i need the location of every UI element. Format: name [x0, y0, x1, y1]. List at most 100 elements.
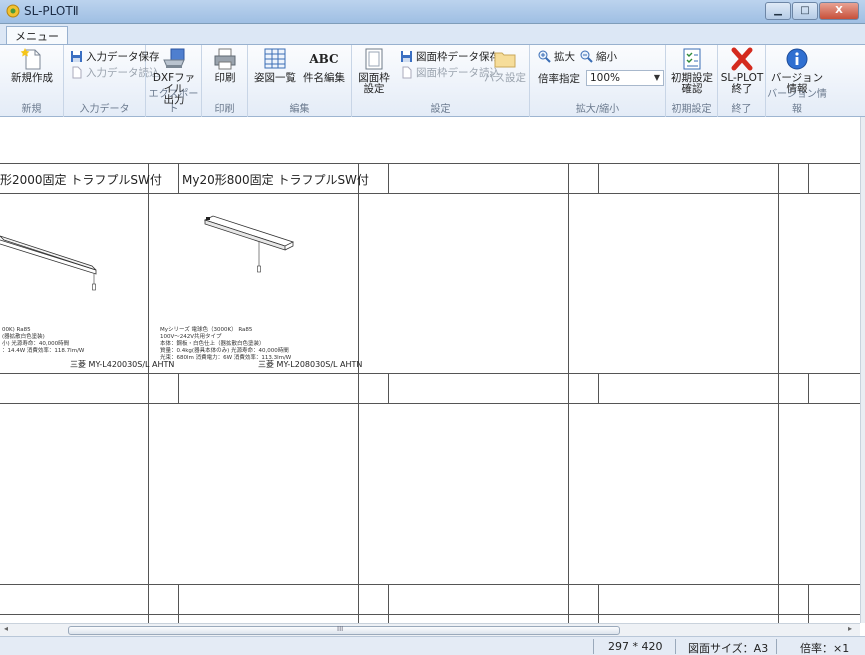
ribbon-tab-row: メニュー: [0, 24, 865, 45]
name-edit-button[interactable]: ABC 件名編集: [300, 47, 348, 84]
cell2-spec-line: Myシリーズ 電球色（3000K） Ra85: [160, 327, 253, 333]
cell2-spec-line: 100V～242V共用タイプ: [160, 334, 222, 340]
cell1-spec: 00K) Ra85 (器拡散白色塗装) 小) 光源寿命：40,000時間 ：14…: [2, 327, 84, 355]
print-button[interactable]: 印刷: [206, 47, 244, 84]
new-button-label: 新規作成: [11, 72, 53, 84]
status-bar: 297 * 420 図面サイズ：A3 倍率：×1: [0, 636, 865, 655]
grid-line: [0, 163, 860, 164]
app-icon: [6, 4, 20, 18]
grid-line: [808, 163, 809, 193]
grid-line: [808, 373, 809, 403]
cell2-spec: Myシリーズ 電球色（3000K） Ra85 100V～242V共用タイプ 本体…: [160, 327, 291, 362]
horizontal-scroll-thumb[interactable]: III: [68, 625, 620, 635]
group-export: DXFファイル 出力 エクスポート: [146, 45, 202, 117]
group-label-zoom: 拡大/縮小: [575, 104, 620, 115]
zoom-out-button[interactable]: 縮小: [580, 49, 617, 64]
init-settings-button[interactable]: 初期設定 確認: [668, 47, 716, 95]
zoom-in-icon: [538, 50, 551, 63]
window-title: SL-PLOTⅡ: [24, 4, 79, 18]
zoom-ratio-select[interactable]: 100% ▼: [586, 70, 664, 86]
grid-line: [568, 163, 569, 623]
frame-settings-label-2: 設定: [363, 83, 385, 95]
cell1-spec-line: (器拡散白色塗装): [2, 334, 45, 340]
save-icon: [71, 51, 82, 62]
horizontal-scrollbar[interactable]: ◂ III ▸: [0, 623, 860, 636]
name-edit-label: 件名編集: [303, 72, 345, 84]
grid-line: [388, 373, 389, 403]
save-icon: [401, 51, 412, 62]
grid-line: [178, 373, 179, 403]
group-settings: 図面枠 設定 図面枠データ保存 図面枠データ読込 パス設定 設定: [352, 45, 530, 117]
chevron-down-icon: ▼: [653, 73, 660, 82]
checklist-icon: [683, 48, 701, 70]
abc-icon: ABC: [309, 52, 339, 66]
group-input-data: 入力データ保存 入力データ読込 入力データ: [64, 45, 160, 117]
grid-line: [598, 373, 599, 403]
cell2-spec-line: 質量：0.4kg(器具本体のみ) 光源寿命：40,000時間: [160, 348, 289, 354]
new-document-icon: [20, 48, 41, 70]
zoom-out-label: 縮小: [596, 51, 617, 63]
drawing-canvas[interactable]: 形2000固定 トラフプルSW付 My20形800固定 トラフプルSW付 00K…: [0, 117, 860, 623]
group-print: 印刷 印刷: [202, 45, 248, 117]
zoom-ratio-label: 倍率指定: [538, 73, 580, 85]
scroll-right-icon[interactable]: ▸: [848, 624, 852, 633]
dxf-export-icon: [163, 48, 185, 68]
close-icon: [731, 47, 753, 71]
new-button[interactable]: 新規作成: [4, 47, 60, 84]
grip-icon: III: [337, 625, 344, 633]
zoom-out-icon: [580, 50, 593, 63]
grid-line: [808, 584, 809, 623]
group-label-print: 印刷: [214, 104, 235, 115]
cell-title-1: 形2000固定 トラフプルSW付: [0, 173, 162, 187]
luminaire-drawing-1: [0, 235, 97, 291]
cell1-spec-line: ：14.4W 消費効率：118.7lm/W: [2, 348, 85, 354]
path-settings-label: パス設定: [484, 72, 526, 84]
figure-list-button[interactable]: 姿図一覧: [252, 47, 298, 84]
exit-button[interactable]: SL-PLOT 終了: [720, 47, 764, 95]
grid-line: [0, 614, 860, 615]
grid-line: [0, 403, 860, 404]
grid-line: [148, 163, 149, 623]
vertical-scrollbar[interactable]: [860, 117, 865, 623]
group-label-export: エクスポート: [148, 89, 199, 115]
minimize-button[interactable]: ▁: [765, 2, 791, 20]
group-label-edit: 編集: [289, 104, 310, 115]
cell1-model: 三菱 MY-L420030S/L AHTN: [70, 360, 175, 369]
grid-line: [178, 584, 179, 623]
group-exit: SL-PLOT 終了 終了: [718, 45, 766, 117]
frame-settings-button[interactable]: 図面枠 設定: [356, 47, 392, 95]
grid-line: [778, 163, 779, 623]
grid-line: [598, 163, 599, 193]
cell-title-2: My20形800固定 トラフプルSW付: [182, 173, 369, 187]
group-edit: 姿図一覧 ABC 件名編集 編集: [248, 45, 352, 117]
zoom-ratio-value: 100%: [590, 72, 621, 84]
grid-line: [358, 163, 359, 623]
open-file-icon: [72, 66, 82, 79]
title-bar: SL-PLOTⅡ ▁ □ X: [0, 0, 865, 24]
status-paper-size: 図面サイズ：A3: [688, 642, 769, 655]
group-label-version: バージョン情報: [767, 89, 827, 115]
printer-icon: [214, 48, 236, 70]
grid-line: [0, 373, 860, 374]
maximize-button[interactable]: □: [792, 2, 818, 20]
init-settings-label-2: 確認: [681, 83, 703, 95]
tab-menu[interactable]: メニュー: [6, 26, 68, 45]
group-label-settings: 設定: [430, 104, 451, 115]
open-file-icon: [402, 66, 412, 79]
path-settings-button[interactable]: パス設定: [484, 47, 526, 84]
print-label: 印刷: [214, 72, 236, 84]
figure-list-label: 姿図一覧: [254, 72, 296, 84]
folder-icon: [494, 52, 516, 68]
grid-line: [0, 193, 860, 194]
info-icon: [786, 48, 808, 70]
group-init: 初期設定 確認 初期設定: [666, 45, 718, 117]
grid-line: [388, 584, 389, 623]
status-dimensions: 297 * 420: [608, 640, 663, 653]
exit-label-2: 終了: [731, 83, 753, 95]
cell1-spec-line: 00K) Ra85: [2, 327, 31, 333]
grid-line: [598, 584, 599, 623]
grid-line: [0, 584, 860, 585]
scroll-left-icon[interactable]: ◂: [4, 624, 8, 633]
zoom-in-button[interactable]: 拡大: [538, 49, 575, 64]
close-button[interactable]: X: [819, 2, 859, 20]
